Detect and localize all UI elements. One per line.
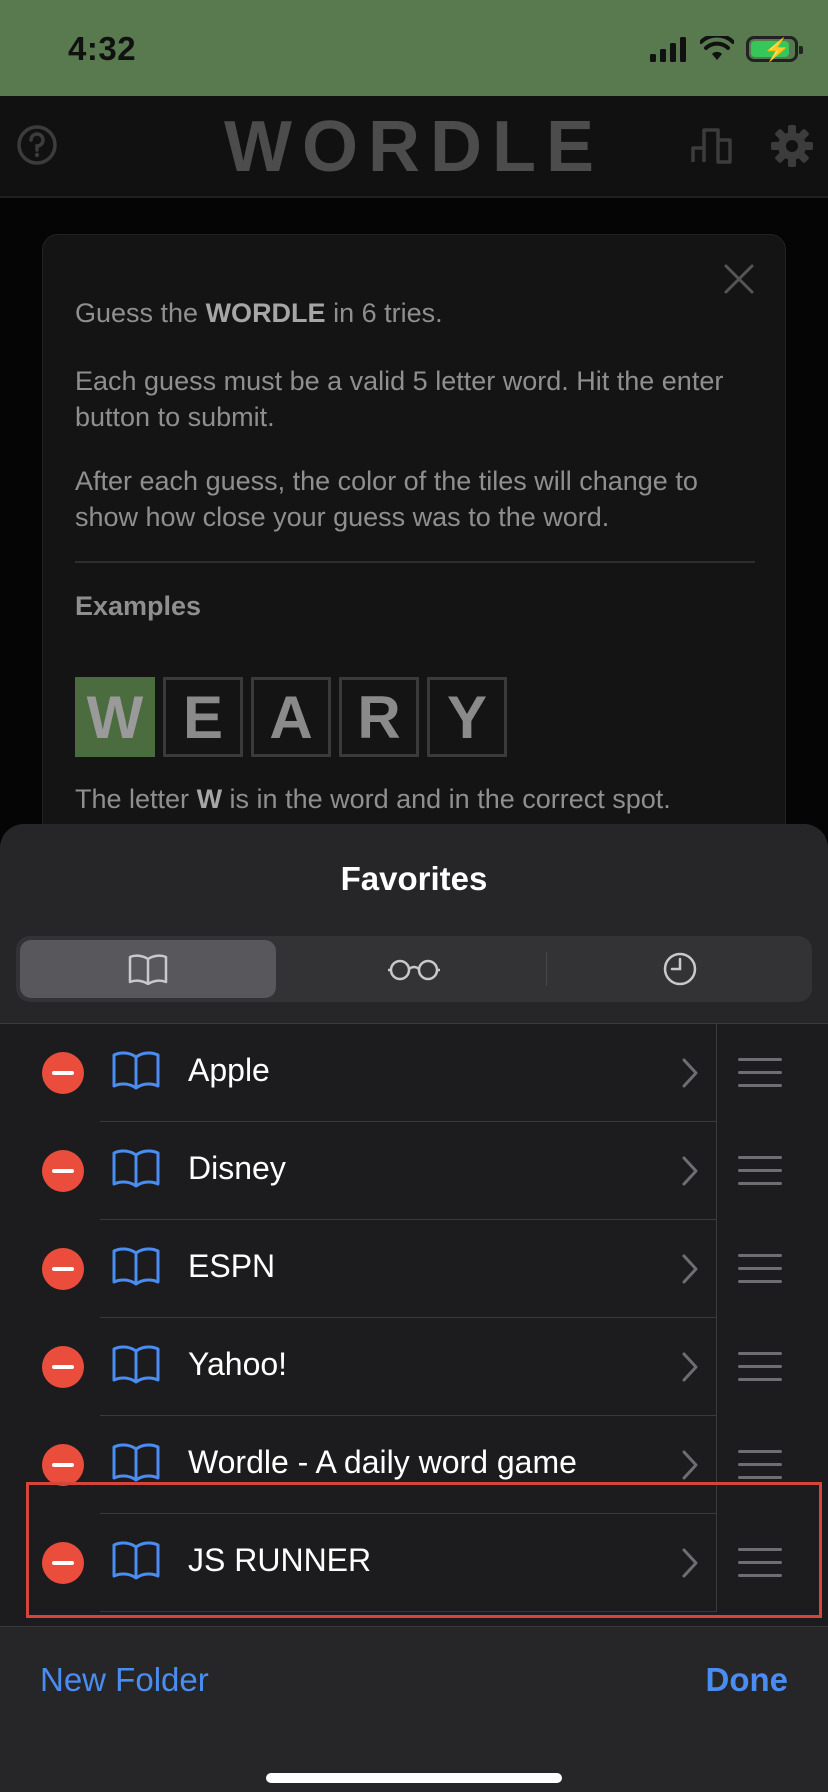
book-icon — [112, 1247, 160, 1286]
book-icon — [128, 954, 168, 985]
chevron-right-icon[interactable] — [680, 1154, 700, 1188]
tile: R — [339, 677, 419, 757]
favorite-label: Wordle - A daily word game — [188, 1444, 577, 1480]
book-icon — [112, 1443, 160, 1482]
reorder-divider — [716, 1220, 717, 1318]
favorite-row[interactable]: Yahoo! — [0, 1318, 828, 1416]
favorite-row[interactable]: Apple — [0, 1024, 828, 1122]
tile: A — [251, 677, 331, 757]
reorder-divider — [716, 1318, 717, 1416]
tab-bookmarks[interactable] — [20, 940, 276, 998]
chevron-right-icon[interactable] — [680, 1448, 700, 1482]
example-tiles: W E A R Y — [75, 677, 507, 757]
tile-correct: W — [75, 677, 155, 757]
delete-icon[interactable] — [42, 1248, 84, 1290]
battery-charging-icon: ⚡ — [746, 36, 803, 62]
wifi-icon — [700, 36, 734, 60]
reorder-divider — [716, 1024, 717, 1122]
delete-icon[interactable] — [42, 1150, 84, 1192]
gear-icon[interactable] — [770, 124, 814, 168]
sheet-title: Favorites — [340, 860, 488, 897]
chevron-right-icon[interactable] — [680, 1252, 700, 1286]
done-button[interactable]: Done — [706, 1661, 789, 1699]
tile: Y — [427, 677, 507, 757]
help-modal: Guess the WORDLE in 6 tries. Each guess … — [42, 234, 786, 854]
signal-bars-icon — [650, 37, 686, 62]
clock-icon — [663, 952, 697, 986]
favorite-label: Disney — [188, 1150, 286, 1186]
help-line-1: Guess the WORDLE in 6 tries. — [75, 298, 443, 328]
segment-divider — [546, 952, 547, 986]
chevron-right-icon[interactable] — [680, 1350, 700, 1384]
sheet-footer: New Folder Done — [0, 1626, 828, 1792]
status-icons: ⚡ — [650, 34, 803, 64]
status-bar: 4:32 ⚡ — [0, 0, 828, 96]
tab-history[interactable] — [552, 940, 808, 998]
book-icon — [112, 1149, 160, 1188]
delete-icon[interactable] — [42, 1052, 84, 1094]
wordle-header: WORDLE — [0, 96, 828, 198]
highlight-box — [26, 1482, 822, 1618]
reorder-handle-icon[interactable] — [738, 1352, 782, 1382]
delete-icon[interactable] — [42, 1444, 84, 1486]
glasses-icon — [388, 959, 440, 981]
favorite-label: Apple — [188, 1052, 270, 1088]
status-time: 4:32 — [68, 30, 137, 67]
examples-title: Examples — [75, 591, 202, 621]
reorder-handle-icon[interactable] — [738, 1254, 782, 1284]
tile: E — [163, 677, 243, 757]
delete-icon[interactable] — [42, 1346, 84, 1388]
reorder-handle-icon[interactable] — [738, 1058, 782, 1088]
close-icon[interactable] — [723, 263, 755, 295]
home-indicator[interactable] — [266, 1773, 562, 1783]
favorite-label: Yahoo! — [188, 1346, 288, 1382]
reorder-handle-icon[interactable] — [738, 1450, 782, 1480]
book-icon — [112, 1051, 160, 1090]
book-icon — [112, 1345, 160, 1384]
new-folder-button[interactable]: New Folder — [40, 1661, 209, 1699]
reorder-handle-icon[interactable] — [738, 1156, 782, 1186]
reorder-divider — [716, 1122, 717, 1220]
help-line-3: After each guess, the color of the tiles… — [75, 466, 698, 532]
favorite-label: ESPN — [188, 1248, 276, 1284]
sheet-header: Favorites — [0, 824, 828, 1024]
help-line-2: Each guess must be a valid 5 letter word… — [75, 366, 724, 432]
example-explanation: The letter W is in the word and in the c… — [75, 784, 671, 814]
chevron-right-icon[interactable] — [680, 1056, 700, 1090]
help-divider — [75, 561, 755, 563]
favorite-row[interactable]: Disney — [0, 1122, 828, 1220]
tab-reading-list[interactable] — [286, 940, 542, 998]
bar-chart-icon[interactable] — [690, 124, 734, 166]
favorite-row[interactable]: ESPN — [0, 1220, 828, 1318]
segmented-control — [16, 936, 812, 1002]
